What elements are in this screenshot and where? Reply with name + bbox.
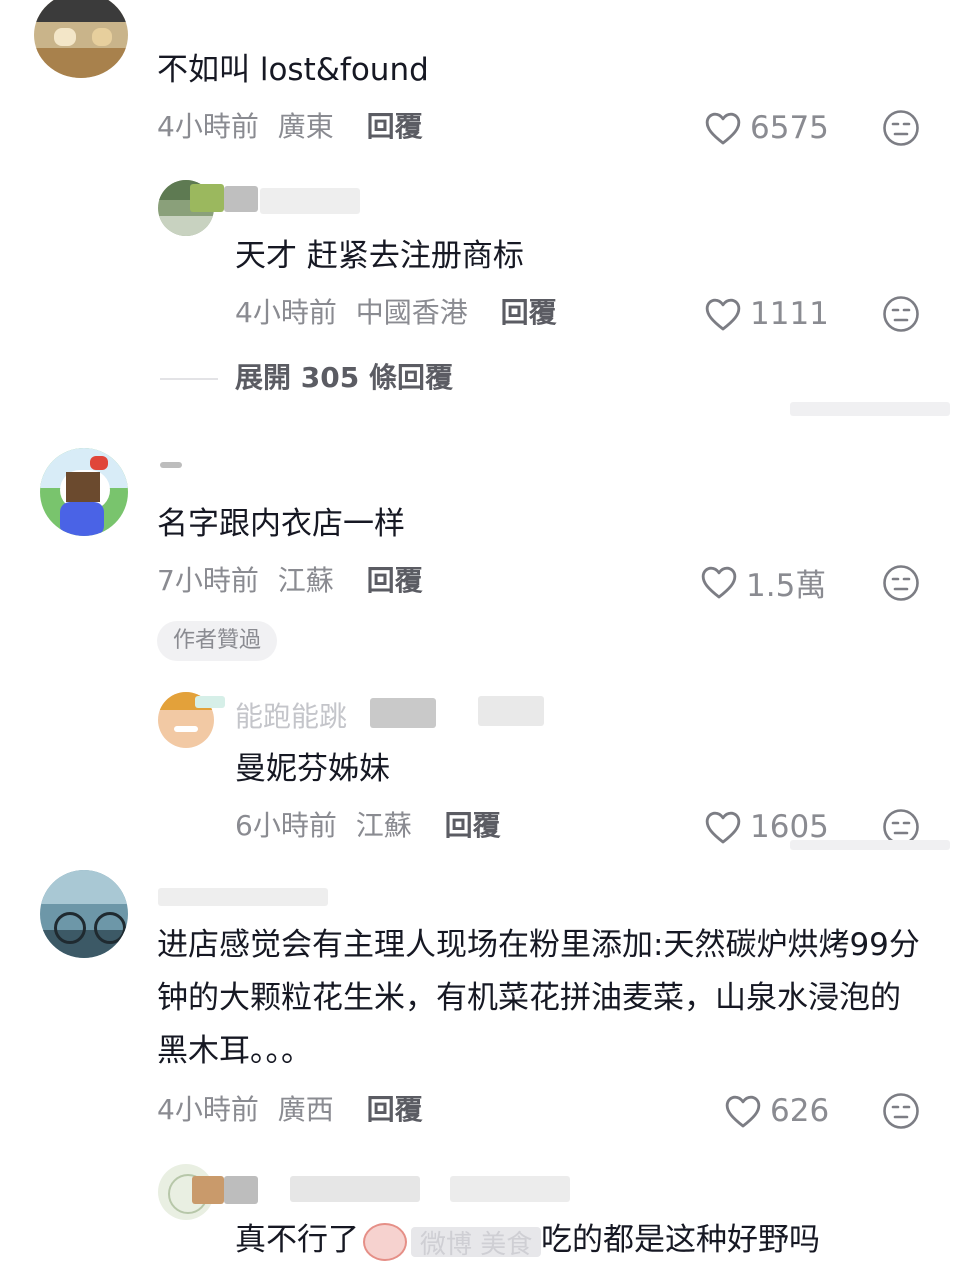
reply-button[interactable]: 回覆 — [367, 564, 423, 597]
reply-meta: 4小時前 中國香港 回覆 — [235, 296, 557, 330]
avatar[interactable] — [40, 870, 128, 958]
username-redacted — [370, 698, 436, 728]
username-redacted — [192, 1176, 224, 1204]
comment-location: 廣東 — [277, 110, 334, 143]
comment-text: 进店感觉会有主理人现场在粉里添加:天然碳炉烘烤99分钟的大颗粒花生米，有机菜花拼… — [157, 927, 920, 1069]
comment-meta: 4小時前 廣西 回覆 — [157, 1093, 423, 1127]
reply-location: 江蘇 — [355, 809, 412, 842]
comment-time: 7小時前 — [157, 564, 259, 597]
comment-text: 不如叫 lost&found — [157, 52, 429, 88]
reply-button[interactable]: 回覆 — [367, 110, 423, 143]
like-count: 626 — [770, 1093, 830, 1129]
like-count: 1111 — [750, 296, 829, 332]
reply-location: 中國香港 — [355, 296, 468, 329]
username-redacted — [478, 696, 544, 726]
username-redacted — [224, 186, 258, 212]
reply-text: 天才 赶紧去注册商标 — [235, 238, 524, 274]
comment-time: 4小時前 — [157, 1093, 259, 1126]
username-redacted — [224, 1176, 258, 1204]
like-count: 1.5萬 — [746, 567, 827, 604]
comment-time: 4小時前 — [157, 110, 259, 143]
reply-text: 曼妮芬姊妹 — [235, 751, 390, 787]
like-button[interactable]: 1.5萬 — [700, 562, 827, 604]
expand-replies-button[interactable]: 展開 305 條回覆 — [235, 361, 453, 395]
reply-button[interactable]: 回覆 — [501, 296, 557, 329]
comment-text: 名字跟内衣店一样 — [157, 506, 405, 542]
avatar[interactable] — [40, 448, 128, 536]
watermark: 微博 美食 — [420, 1230, 533, 1260]
comment-meta: 7小時前 江蘇 回覆 — [157, 564, 423, 598]
heart-outline-icon — [705, 112, 741, 145]
username-redacted — [450, 1176, 570, 1202]
comment-location: 廣西 — [277, 1093, 334, 1126]
neutral-face-icon[interactable] — [882, 1092, 920, 1130]
reply-button[interactable]: 回覆 — [445, 809, 501, 842]
username-redacted — [290, 1176, 420, 1202]
reply-time: 4小時前 — [235, 296, 337, 329]
username-redacted — [160, 462, 182, 468]
author-liked-badge: 作者贊過 — [157, 621, 278, 661]
reply-time: 6小時前 — [235, 809, 337, 842]
emoji-avatar-icon — [363, 1222, 407, 1261]
reply-username[interactable]: 能跑能跳 — [235, 700, 347, 734]
avatar[interactable] — [34, 0, 128, 78]
neutral-face-icon[interactable] — [882, 295, 920, 333]
comment-location: 江蘇 — [277, 564, 334, 597]
like-count: 6575 — [750, 110, 829, 146]
reply-meta: 6小時前 江蘇 回覆 — [235, 809, 501, 843]
username-redacted — [195, 696, 225, 708]
reply-text-before: 真不行了 — [235, 1222, 359, 1258]
redacted-strip — [790, 840, 950, 850]
redacted-strip — [790, 402, 950, 416]
neutral-face-icon[interactable] — [882, 564, 920, 602]
username-redacted — [190, 184, 224, 212]
username-redacted — [260, 188, 360, 214]
comment-meta: 4小時前 廣東 回覆 — [157, 110, 423, 144]
username-redacted — [158, 888, 328, 906]
reply-text-after: 吃的都是这种好野吗 — [541, 1222, 820, 1258]
heart-outline-icon — [705, 298, 741, 331]
like-button[interactable]: 6575 — [704, 108, 829, 148]
reply-button[interactable]: 回覆 — [367, 1093, 423, 1126]
heart-outline-icon — [705, 811, 741, 844]
heart-outline-icon — [725, 1095, 761, 1128]
expand-divider — [160, 378, 218, 380]
like-button[interactable]: 1111 — [704, 294, 829, 334]
like-button[interactable]: 626 — [724, 1091, 829, 1131]
neutral-face-icon[interactable] — [882, 109, 920, 147]
heart-outline-icon — [701, 566, 737, 599]
